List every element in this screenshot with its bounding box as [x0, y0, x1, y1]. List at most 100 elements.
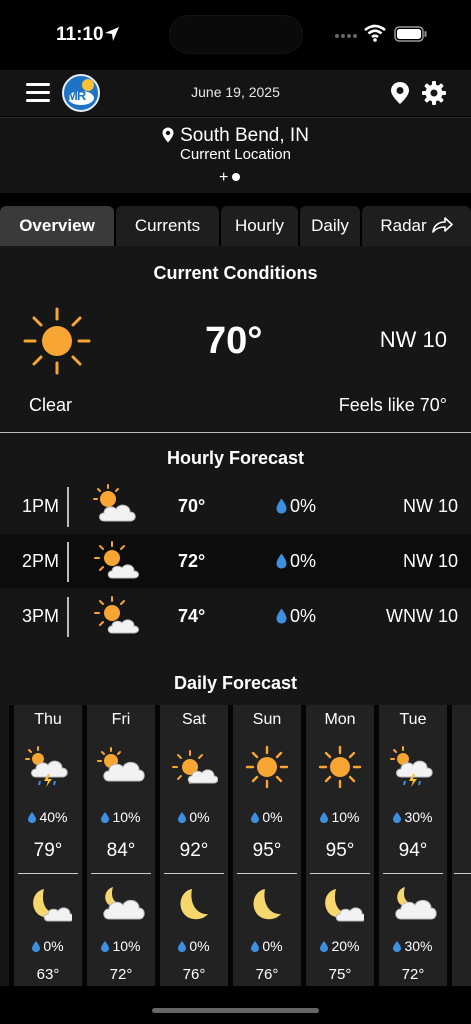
location-subtitle: Current Location: [180, 146, 291, 163]
add-location-button[interactable]: +: [219, 169, 228, 187]
day-divider: [164, 873, 224, 874]
wifi-icon: [364, 24, 386, 42]
current-conditions-title: Current Conditions: [153, 263, 318, 283]
status-bar: 11:10: [0, 0, 471, 70]
day-column-sun[interactable]: Sun 0% 95° 0% 76°: [233, 705, 301, 986]
hourly-forecast-title: Hourly Forecast: [166, 448, 305, 468]
day-column-mon[interactable]: Mon 10% 95° 20% 75°: [306, 705, 374, 986]
hour-wind: NW 10: [402, 496, 458, 516]
cloudy-night-icon: [395, 887, 437, 920]
day-divider: [18, 873, 78, 874]
day-precip-value: 30%: [404, 809, 433, 825]
night-precip-value: 20%: [331, 938, 360, 954]
day-high: 92°: [179, 840, 209, 861]
hour-temperature: 70°: [178, 496, 206, 516]
moon-icon: [180, 889, 208, 920]
page-indicator-dot: [232, 173, 240, 181]
location-header: South Bend, IN Current Location +: [0, 117, 471, 193]
mostly-cloudy-icon: [97, 747, 145, 782]
day-column-tue[interactable]: Tue 30% 94° 30% 72°: [379, 705, 447, 986]
tab-overview[interactable]: Overview: [0, 206, 114, 246]
hourly-row[interactable]: 3PM 74° 0% WNW 10: [0, 589, 471, 643]
tab-hourly[interactable]: Hourly: [221, 206, 298, 246]
tab-daily[interactable]: Daily: [300, 206, 360, 246]
day-name: Sun: [252, 711, 282, 728]
day-column-partial[interactable]: [452, 705, 471, 986]
day-divider: [454, 873, 471, 874]
location-pin-icon[interactable]: [390, 81, 410, 105]
day-column-fri[interactable]: Fri 10% 84° 10% 72°: [87, 705, 155, 986]
day-divider: [237, 873, 297, 874]
moon-icon: [253, 889, 281, 920]
thunderstorm-icon: [25, 746, 68, 787]
tab-radar[interactable]: Radar: [362, 206, 471, 246]
night-precip: 10%: [87, 938, 155, 954]
location-pin-icon: [162, 127, 174, 143]
cloudy-night-icon: [103, 887, 145, 920]
day-precip-value: 40%: [39, 809, 68, 825]
location-arrow-icon: [105, 27, 119, 41]
day-precip: 40%: [14, 809, 82, 825]
battery-icon: [394, 26, 427, 42]
day-divider: [91, 873, 151, 874]
day-precip-value: 0%: [262, 809, 283, 825]
section-divider: [0, 432, 471, 433]
day-precip: 10%: [306, 809, 374, 825]
hour-precip: 0%: [290, 496, 317, 516]
raindrop-icon: [101, 812, 110, 823]
day-name: Fri: [111, 711, 131, 728]
sun-icon: [23, 307, 91, 375]
night-precip-value: 10%: [112, 938, 141, 954]
app-header: MR June 19, 2025: [0, 70, 471, 116]
day-precip: 0%: [160, 809, 228, 825]
raindrop-icon: [251, 812, 260, 823]
daily-forecast-strip[interactable]: Thu 40% 79° 0% 63° Fri 10% 84° 10% 72° S…: [9, 705, 471, 986]
tab-currents[interactable]: Currents: [116, 206, 219, 246]
day-column-thu[interactable]: Thu 40% 79° 0% 63°: [14, 705, 82, 986]
row-separator: [67, 597, 69, 637]
hour-temperature: 72°: [178, 551, 206, 571]
raindrop-icon: [393, 941, 402, 952]
day-precip-value: 10%: [331, 809, 360, 825]
night-precip-value: 0%: [43, 938, 64, 954]
night-precip-value: 30%: [404, 938, 433, 954]
hour-wind: WNW 10: [386, 606, 458, 626]
hourly-row[interactable]: 1PM 70° 0% NW 10: [0, 479, 471, 533]
day-divider: [383, 873, 443, 874]
partly-cloudy-icon: [93, 484, 136, 522]
partly-cloudy-icon: [94, 596, 139, 634]
day-name: Thu: [34, 711, 62, 728]
location-name-text: South Bend, IN: [180, 125, 309, 146]
day-low: 63°: [36, 966, 60, 983]
day-column-sat[interactable]: Sat 0% 92° 0% 76°: [160, 705, 228, 986]
day-precip: 30%: [379, 809, 447, 825]
night-precip: 20%: [306, 938, 374, 954]
home-indicator[interactable]: [152, 1008, 319, 1013]
night-precip: 0%: [14, 938, 82, 954]
raindrop-icon: [276, 608, 287, 624]
day-precip: 0%: [233, 809, 301, 825]
tab-bar: Overview Currents Hourly Daily Radar: [0, 206, 471, 246]
day-name: Tue: [399, 711, 427, 728]
row-separator: [67, 487, 69, 527]
hour-time: 1PM: [22, 496, 60, 516]
day-low: 72°: [401, 966, 425, 983]
day-name: Mon: [324, 711, 356, 728]
moon-cloud-icon: [325, 889, 364, 922]
moon-cloud-icon: [33, 889, 72, 922]
location-name[interactable]: South Bend, IN: [0, 125, 471, 147]
day-high: 95°: [252, 840, 282, 861]
gear-icon[interactable]: [421, 80, 447, 106]
day-precip-value: 10%: [112, 809, 141, 825]
cellular-signal-icon: [335, 34, 357, 38]
raindrop-icon: [276, 553, 287, 569]
day-high: 94°: [398, 840, 428, 861]
day-divider: [310, 873, 370, 874]
raindrop-icon: [251, 941, 260, 952]
day-low: 76°: [255, 966, 279, 983]
row-separator: [67, 542, 69, 582]
sun-icon: [318, 745, 362, 789]
hourly-row[interactable]: 2PM 72° 0% NW 10: [0, 534, 471, 588]
current-temperature: 70°: [205, 320, 263, 362]
partly-cloudy-icon: [172, 750, 218, 784]
